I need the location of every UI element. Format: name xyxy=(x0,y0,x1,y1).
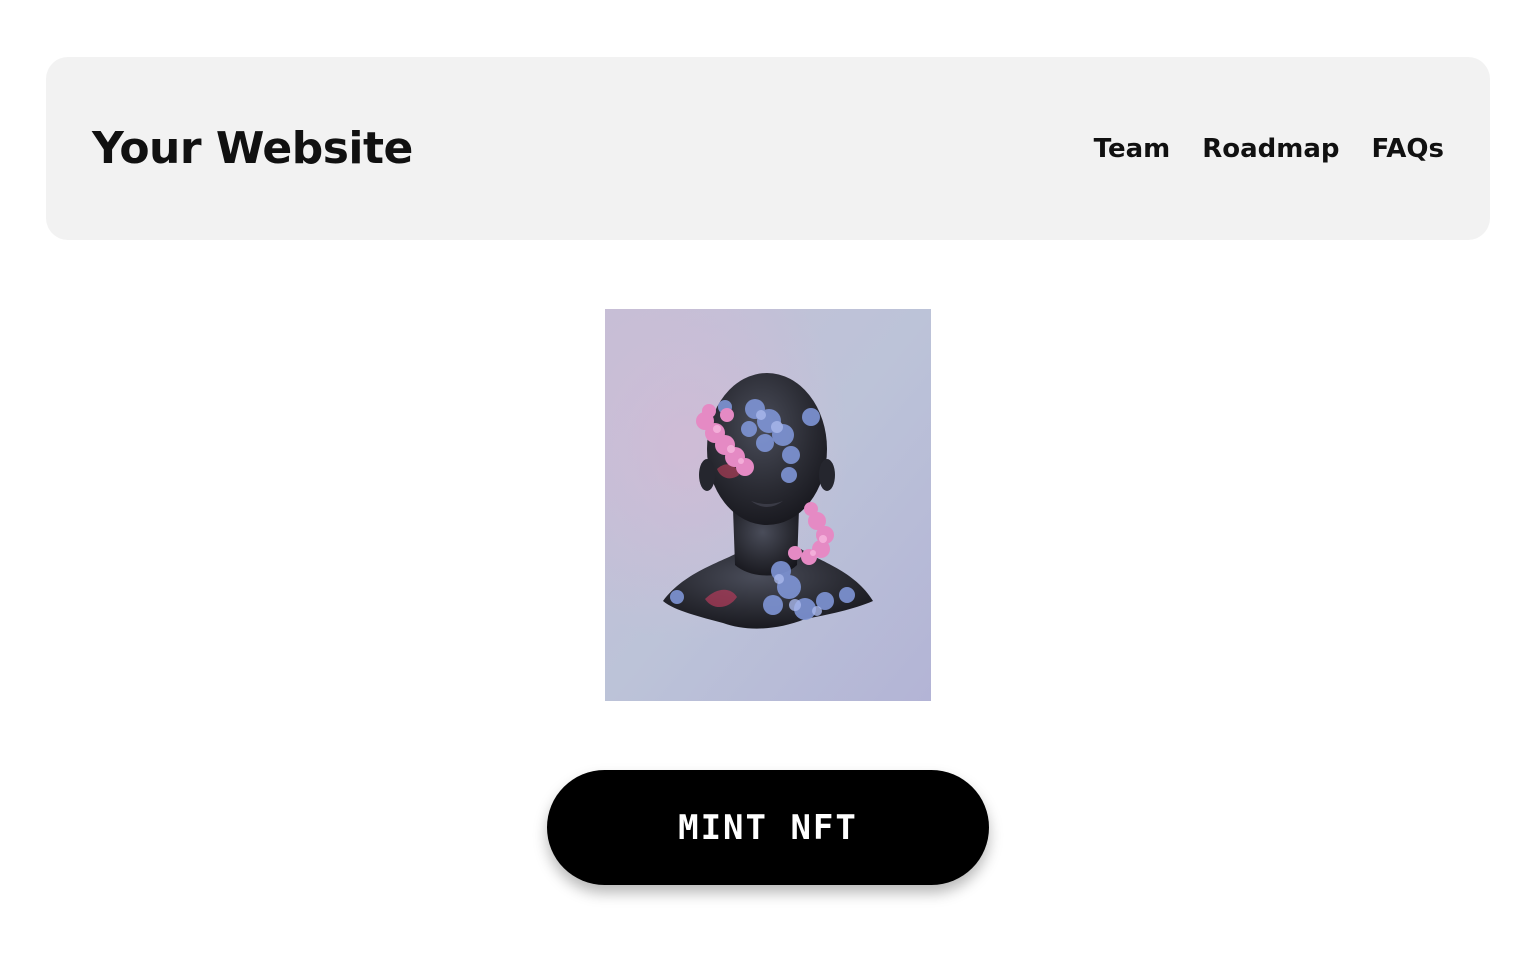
nav-link-faqs[interactable]: FAQs xyxy=(1372,133,1444,165)
nft-artwork-image xyxy=(605,309,931,701)
nav-link-roadmap[interactable]: Roadmap xyxy=(1202,133,1339,165)
nav-link-team[interactable]: Team xyxy=(1094,133,1171,165)
nft-bust-artwork-icon xyxy=(605,309,931,701)
site-header: Your Website Team Roadmap FAQs xyxy=(46,57,1490,240)
main-nav: Team Roadmap FAQs xyxy=(1094,133,1444,165)
mint-nft-button[interactable]: MINT NFT xyxy=(547,770,989,885)
site-title[interactable]: Your Website xyxy=(92,121,413,177)
